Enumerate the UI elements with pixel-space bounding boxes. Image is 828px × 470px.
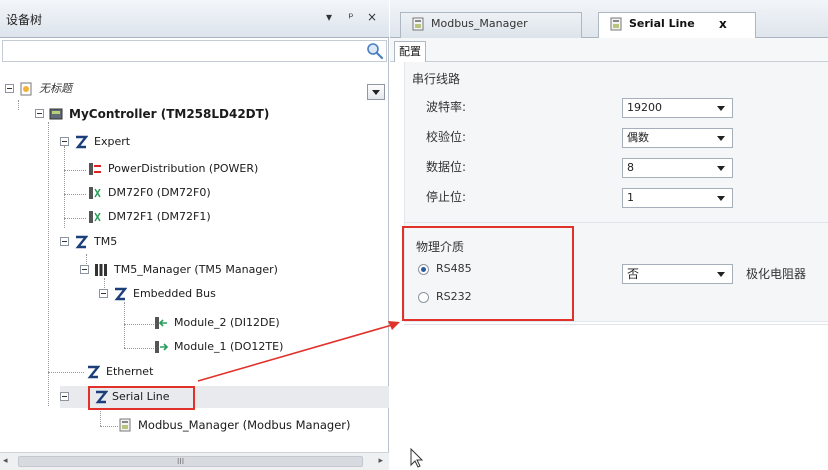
tree-label-controller: MyController (TM258LD42DT) — [69, 107, 270, 121]
tree-label-expert: Expert — [94, 135, 131, 148]
modbus-device-icon — [119, 418, 131, 432]
device-tree-header: 设备树 ▾ ᵖ × — [0, 0, 389, 38]
baud-rate-dropdown[interactable]: 19200 — [622, 98, 733, 118]
stop-bits-value: 1 — [627, 191, 634, 204]
search-icon[interactable] — [366, 42, 384, 60]
tab-configuration[interactable]: 配置 — [394, 41, 426, 62]
pin-button[interactable]: ᵖ — [343, 9, 359, 25]
module-icon — [89, 187, 101, 199]
bus-icon — [87, 365, 100, 379]
tree-horizontal-scrollbar[interactable]: ◂ III ▸ — [0, 452, 389, 470]
editor-subtab-row: 配置 — [390, 38, 828, 62]
serial-line-section-title: 串行线路 — [412, 72, 461, 86]
collapse-toggle-icon[interactable] — [60, 392, 69, 401]
serial-line-editor: Modbus_Manager Serial Line x 配置 串行线路 波特率… — [390, 0, 828, 470]
tree-label-power-distribution: PowerDistribution (POWER) — [108, 162, 259, 175]
stop-bits-dropdown[interactable]: 1 — [622, 188, 733, 208]
tree-label-modbus-manager: Modbus_Manager (Modbus Manager) — [138, 418, 351, 432]
configuration-area: 串行线路 波特率: 19200 校验位: 偶数 数据位: 8 停止位: 1 物理… — [390, 62, 828, 470]
collapse-toggle-icon[interactable] — [5, 84, 14, 93]
collapse-toggle-icon[interactable] — [35, 109, 44, 118]
tab-serial-line[interactable]: Serial Line x — [598, 12, 756, 38]
tree-label-dm72f0: DM72F0 (DM72F0) — [108, 186, 211, 199]
parity-label: 校验位: — [426, 130, 467, 144]
serial-line-highlight-box — [88, 386, 195, 410]
tree-label-dm72f1: DM72F1 (DM72F1) — [108, 210, 211, 223]
stop-bits-label: 停止位: — [426, 190, 467, 204]
tab-label: Serial Line — [629, 17, 695, 30]
baud-rate-value: 19200 — [627, 101, 662, 114]
modbus-device-icon — [412, 17, 424, 31]
tree-label-module-1: Module_1 (DO12TE) — [174, 340, 284, 353]
scrollbar-grip-icon: III — [177, 457, 185, 466]
device-tree-title: 设备树 — [6, 13, 43, 27]
controller-icon — [49, 108, 63, 120]
scroll-right-icon[interactable]: ▸ — [378, 456, 383, 466]
bus-icon — [75, 135, 88, 149]
collapse-toggle-icon[interactable] — [60, 137, 69, 146]
close-panel-button[interactable]: × — [364, 9, 380, 25]
module-icon — [89, 211, 101, 223]
collapse-toggle-icon[interactable] — [80, 265, 89, 274]
device-tree-panel: 设备树 ▾ ᵖ × 无标题 MyController (TM258LD42DT)… — [0, 0, 389, 470]
tab-modbus-manager[interactable]: Modbus_Manager — [400, 12, 582, 38]
modbus-device-icon — [610, 17, 622, 31]
bus-icon — [114, 287, 127, 301]
manager-icon — [95, 264, 107, 276]
tree-view-dropdown[interactable] — [367, 84, 385, 100]
output-module-icon — [155, 341, 168, 353]
section-divider — [404, 222, 828, 223]
collapse-toggle-icon[interactable] — [99, 289, 108, 298]
mouse-cursor-icon — [410, 448, 424, 468]
tree-label-tm5: TM5 — [94, 235, 118, 248]
data-bits-dropdown[interactable]: 8 — [622, 158, 733, 178]
tree-label-ethernet: Ethernet — [106, 365, 154, 378]
data-bits-value: 8 — [627, 161, 634, 174]
bus-icon — [75, 235, 88, 249]
physical-medium-highlight-box — [402, 226, 574, 321]
scroll-left-icon[interactable]: ◂ — [3, 456, 8, 466]
tree-search-input[interactable] — [2, 40, 387, 62]
input-module-icon — [155, 317, 167, 329]
panel-menu-button[interactable]: ▾ — [321, 9, 337, 25]
tree-label-tm5-manager: TM5_Manager (TM5 Manager) — [114, 263, 278, 276]
close-tab-icon[interactable]: x — [719, 13, 727, 35]
polarization-value: 否 — [627, 267, 640, 281]
baud-rate-label: 波特率: — [426, 100, 467, 114]
editor-tab-strip: Modbus_Manager Serial Line x — [390, 0, 828, 38]
section-divider — [404, 324, 828, 325]
polarization-resistor-label: 极化电阻器 — [746, 267, 807, 281]
data-bits-label: 数据位: — [426, 160, 467, 174]
polarization-resistor-dropdown[interactable]: 否 — [622, 264, 733, 284]
tab-label: Modbus_Manager — [431, 17, 528, 30]
parity-dropdown[interactable]: 偶数 — [622, 128, 733, 148]
power-module-icon — [89, 163, 101, 175]
scrollbar-thumb[interactable]: III — [18, 456, 363, 467]
tree-label-embedded-bus: Embedded Bus — [133, 287, 216, 300]
project-icon — [20, 82, 32, 96]
tree-label-module-2: Module_2 (DI12DE) — [174, 316, 280, 329]
parity-value: 偶数 — [627, 131, 649, 144]
tree-label-root: 无标题 — [39, 82, 72, 95]
collapse-toggle-icon[interactable] — [60, 237, 69, 246]
